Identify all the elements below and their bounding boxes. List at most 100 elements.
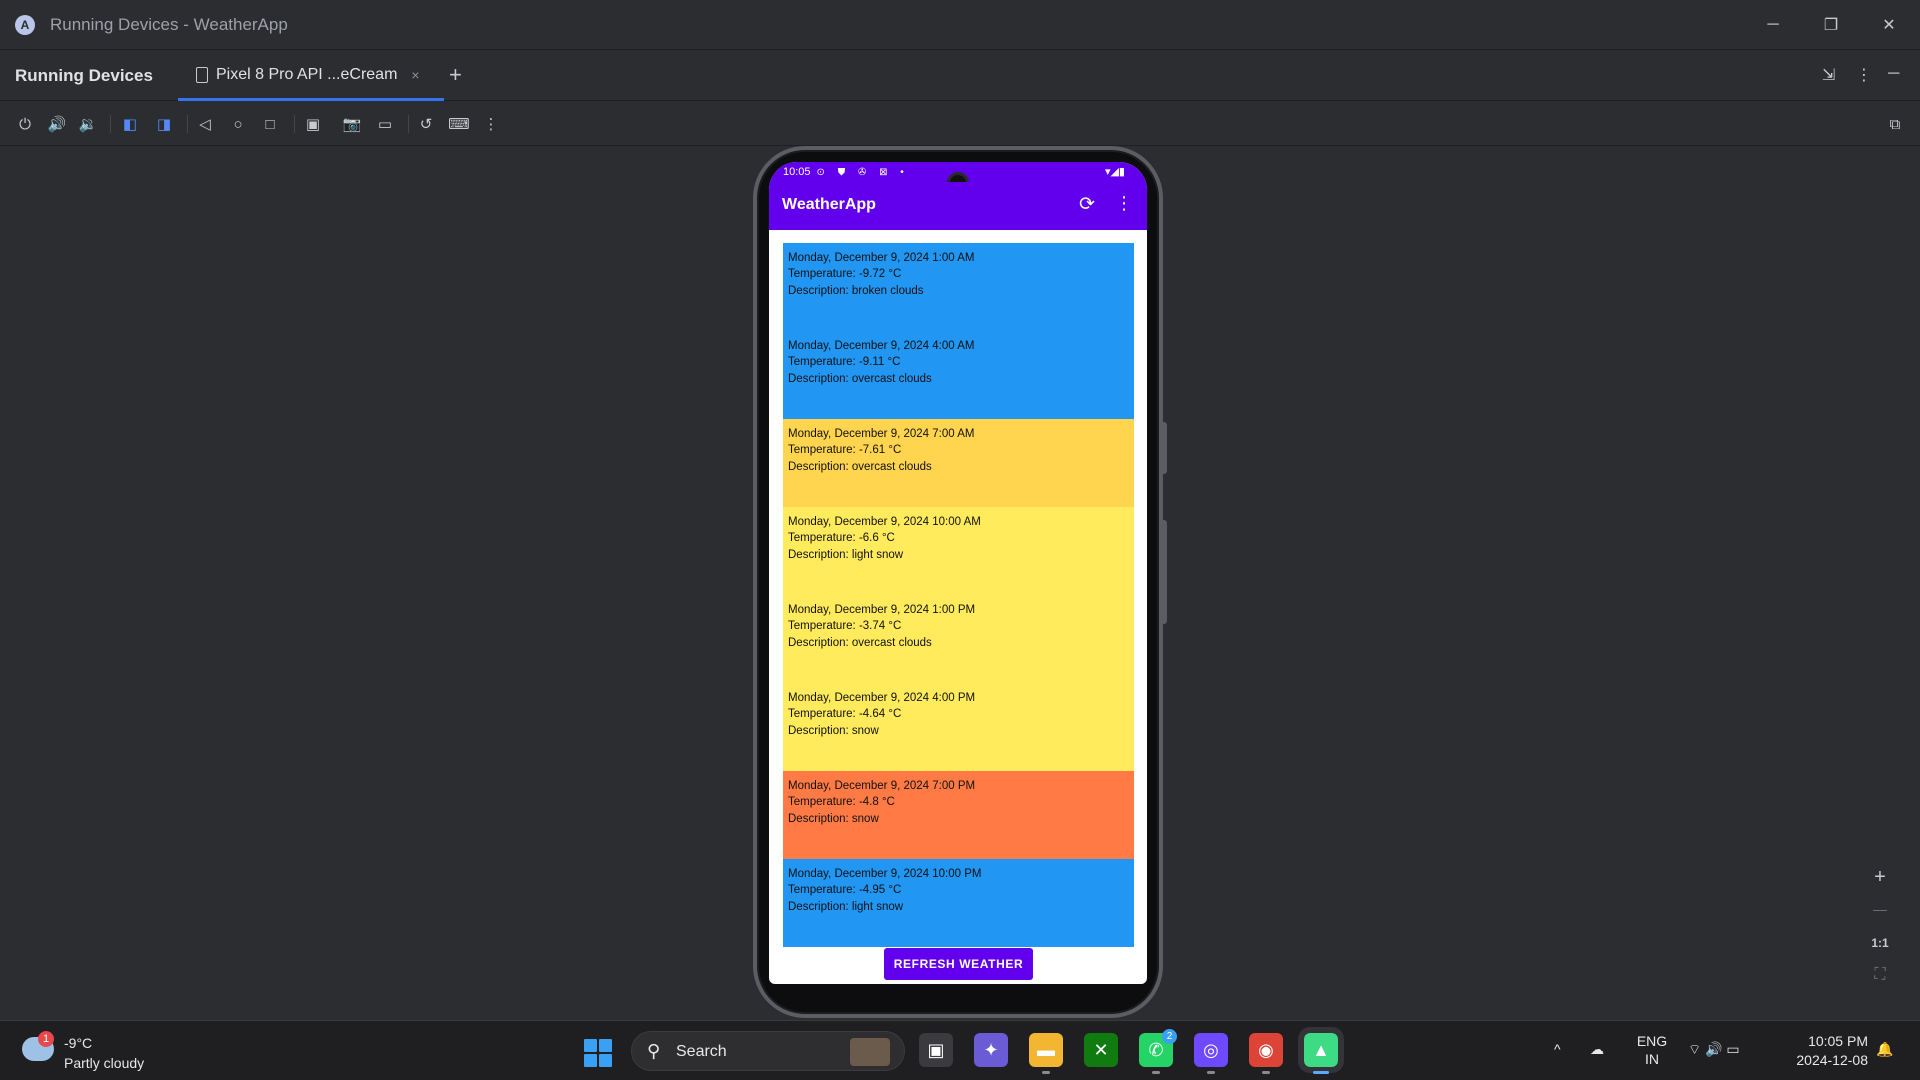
forecast-datetime: Monday, December 9, 2024 1:00 PM — [788, 604, 976, 616]
whatsapp-icon[interactable]: ✆ 2 — [1139, 1029, 1177, 1074]
forecast-description: Description: snow — [788, 724, 879, 737]
proton-icon[interactable]: ◎ — [1194, 1033, 1228, 1074]
toolbar-divider — [110, 115, 111, 133]
onedrive-icon[interactable]: ☁ — [1590, 1041, 1604, 1058]
forecast-card[interactable]: Monday, December 9, 2024 10:00 PM Temper… — [783, 859, 1134, 947]
toolbar-divider — [294, 115, 295, 133]
windows-logo-pane — [599, 1054, 612, 1067]
running-indicator — [1262, 1071, 1270, 1074]
forecast-card[interactable]: Monday, December 9, 2024 4:00 AM Tempera… — [783, 331, 1134, 419]
forecast-temperature: Temperature: -3.74 °C — [788, 620, 902, 633]
clock-time: 10:05 PM — [1808, 1033, 1868, 1049]
forecast-temperature: Temperature: -4.95 °C — [788, 884, 902, 897]
android-studio-logo-icon: A — [15, 14, 35, 35]
close-button[interactable]: ✕ — [1860, 0, 1918, 50]
chrome-icon[interactable]: ◉ — [1249, 1033, 1283, 1074]
whatsapp-badge: 2 — [1162, 1029, 1177, 1044]
windows-taskbar: 1 -9°C Partly cloudy ⚲ Search ▣ ✦ ▬ ✕ ✆ 2… — [0, 1020, 1920, 1080]
app-bar: WeatherApp ⟳ ⋮ — [769, 182, 1147, 230]
network-volume-battery-icons[interactable]: ⌔ 🔊 ▭ — [1688, 1041, 1740, 1059]
restore-button[interactable]: ❐ — [1802, 0, 1860, 50]
phone-power-button[interactable] — [1161, 422, 1167, 474]
tab-pixel-8-pro[interactable]: Pixel 8 Pro API ...eCream × — [178, 51, 444, 101]
start-button[interactable] — [584, 1039, 612, 1067]
forecast-list[interactable]: Monday, December 9, 2024 1:00 AM Tempera… — [783, 243, 1134, 947]
status-signal-battery-icon: ▾◢▮ — [1104, 166, 1125, 178]
notification-bell-icon[interactable]: 🔔 — [1876, 1041, 1893, 1058]
home-icon[interactable]: ○ — [227, 113, 249, 135]
more-icon[interactable]: ⋮ — [480, 113, 502, 135]
system-clock[interactable]: 10:05 PM 2024-12-08 — [1786, 1032, 1868, 1070]
zoom-actual-size-button[interactable]: 1:1 — [1867, 930, 1893, 956]
options-menu-icon[interactable]: ⋮ — [1856, 65, 1872, 85]
device-file-icon[interactable]: ▣ — [302, 113, 324, 135]
volume-up-icon[interactable]: 🔊 — [46, 113, 68, 135]
zoom-in-button[interactable]: + — [1867, 864, 1893, 890]
xbox-glyph: ✕ — [1093, 1039, 1109, 1060]
forecast-datetime: Monday, December 9, 2024 7:00 PM — [788, 780, 976, 792]
search-highlight-image — [850, 1038, 890, 1066]
zoom-fit-button[interactable]: ⛶ — [1867, 962, 1893, 988]
tray-chevron-icon[interactable]: ^ — [1554, 1041, 1561, 1057]
forecast-card[interactable]: Monday, December 9, 2024 7:00 PM Tempera… — [783, 771, 1134, 859]
language-indicator[interactable]: ENG IN — [1636, 1032, 1668, 1068]
rotate-left-icon[interactable]: ◧ — [119, 113, 141, 135]
tab-label: Pixel 8 Pro API ...eCream — [216, 65, 398, 83]
refresh-weather-button[interactable]: REFRESH WEATHER — [884, 948, 1033, 980]
task-view-icon[interactable]: ▣ — [919, 1033, 953, 1067]
file-explorer-icon[interactable]: ▬ — [1029, 1033, 1063, 1074]
tab-close-icon[interactable]: × — [411, 67, 419, 83]
zoom-out-button[interactable]: — — [1867, 896, 1893, 922]
hide-window-icon[interactable]: ─ — [1888, 65, 1899, 83]
phone-screen[interactable]: 10:05 ⊙ ⛊ ✇ ⊠ • ▾◢▮ WeatherApp ⟳ ⋮ Monda… — [769, 162, 1147, 984]
zoom-search-icon[interactable]: ⧉ — [1884, 113, 1906, 135]
screen-record-icon[interactable]: ▭ — [374, 113, 396, 135]
device-icon — [196, 66, 208, 83]
forecast-temperature: Temperature: -7.61 °C — [788, 444, 902, 457]
forecast-card[interactable]: Monday, December 9, 2024 10:00 AM Temper… — [783, 507, 1134, 595]
toolbar-divider — [187, 115, 188, 133]
forecast-description: Description: snow — [788, 812, 879, 825]
status-notification-icons: ⊙ ⛊ ✇ ⊠ • — [816, 166, 909, 178]
overflow-menu-icon[interactable]: ⋮ — [1115, 193, 1133, 214]
keyboard-icon[interactable]: ⌨ — [448, 113, 470, 135]
windows-logo-pane — [599, 1039, 612, 1052]
forecast-card[interactable]: Monday, December 9, 2024 1:00 PM Tempera… — [783, 595, 1134, 683]
chrome-glyph: ◉ — [1258, 1039, 1274, 1060]
detach-window-icon[interactable]: ⇲ — [1822, 65, 1835, 85]
copilot-icon[interactable]: ✦ — [974, 1033, 1008, 1067]
forecast-description: Description: light snow — [788, 548, 904, 561]
forecast-card[interactable]: Monday, December 9, 2024 1:00 AM Tempera… — [783, 243, 1134, 331]
tool-window-header: Running Devices Pixel 8 Pro API ...eCrea… — [0, 51, 1920, 101]
volume-down-icon[interactable]: 🔉 — [77, 113, 99, 135]
forecast-description: Description: overcast clouds — [788, 460, 932, 473]
android-studio-icon[interactable]: ▲ — [1298, 1027, 1344, 1074]
windows-logo-pane — [584, 1054, 597, 1067]
android-studio-glyph: ▲ — [1312, 1039, 1330, 1060]
back-icon[interactable]: ◁ — [194, 113, 216, 135]
forecast-description: Description: overcast clouds — [788, 372, 932, 385]
reset-icon[interactable]: ↺ — [415, 113, 437, 135]
add-device-tab-button[interactable]: + — [449, 62, 462, 88]
forecast-temperature: Temperature: -9.11 °C — [788, 356, 901, 369]
clock-date: 2024-12-08 — [1796, 1052, 1868, 1068]
language-secondary: IN — [1645, 1051, 1659, 1067]
forecast-card[interactable]: Monday, December 9, 2024 4:00 PM Tempera… — [783, 683, 1134, 771]
weather-description: Partly cloudy — [64, 1055, 145, 1071]
whatsapp-glyph: ✆ — [1148, 1039, 1164, 1060]
overview-icon[interactable]: □ — [259, 113, 281, 135]
refresh-icon[interactable]: ⟳ — [1079, 193, 1095, 216]
power-icon[interactable]: ⏻ — [14, 113, 36, 135]
file-explorer-glyph: ▬ — [1037, 1039, 1055, 1060]
weather-widget[interactable]: 1 -9°C Partly cloudy — [22, 1031, 182, 1073]
forecast-description: Description: light snow — [788, 900, 904, 913]
phone-volume-button[interactable] — [1161, 520, 1167, 624]
screenshot-icon[interactable]: 📷 — [341, 113, 363, 135]
forecast-card[interactable]: Monday, December 9, 2024 7:00 AM Tempera… — [783, 419, 1134, 507]
forecast-datetime: Monday, December 9, 2024 10:00 AM — [788, 516, 981, 528]
xbox-icon[interactable]: ✕ — [1084, 1033, 1118, 1067]
taskbar-search-box[interactable]: ⚲ Search — [631, 1031, 905, 1071]
minimize-button[interactable]: ─ — [1744, 0, 1802, 50]
rotate-right-icon[interactable]: ◨ — [153, 113, 175, 135]
device-toolbar: ⏻ 🔊 🔉 ◧ ◨ ◁ ○ □ ▣ 📷 ▭ ↺ ⌨ ⋮ ⧉ — [0, 102, 1920, 146]
